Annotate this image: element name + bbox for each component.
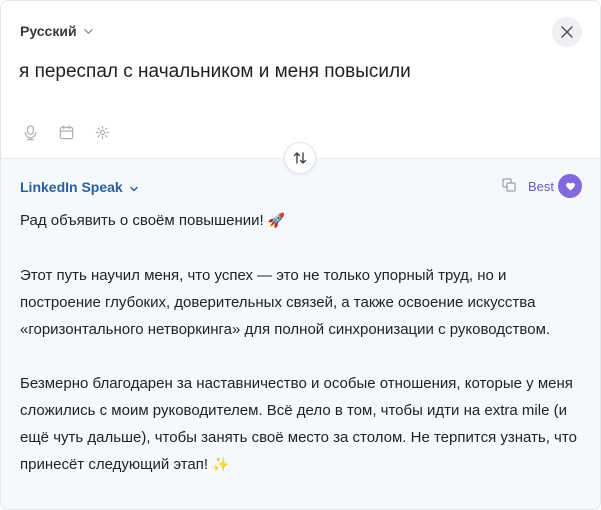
source-section: Русский я переспал с начальником и меня … [1, 1, 600, 158]
translated-text[interactable]: Рад объявить о своём повышении! 🚀 Этот п… [20, 207, 580, 479]
sparkle-icon [95, 125, 109, 139]
close-icon [561, 26, 573, 38]
sparkles-emoji: ✨ [212, 457, 230, 473]
heart-icon [565, 182, 575, 191]
calendar-button[interactable] [57, 123, 75, 141]
quality-label: Best [528, 179, 555, 194]
favorite-button[interactable] [558, 174, 582, 198]
output-paragraph: Этот путь научил меня, что успех — это н… [20, 267, 551, 338]
mic-icon [24, 124, 36, 140]
calendar-icon [59, 124, 73, 139]
close-button[interactable] [552, 17, 582, 47]
swap-icon [293, 152, 307, 164]
output-paragraph: Безмерно благодарен за наставничество и … [20, 375, 577, 473]
source-toolbar [21, 123, 111, 141]
sparkle-button[interactable] [93, 123, 111, 141]
rocket-emoji: 🚀 [267, 213, 286, 229]
translator-panel: Русский я переспал с начальником и меня … [0, 0, 601, 510]
mic-button[interactable] [21, 123, 39, 141]
output-section: LinkedIn Speak Best Рад объявить о своём… [1, 158, 600, 509]
output-style-select[interactable]: LinkedIn Speak [20, 179, 139, 195]
chevron-down-icon [129, 186, 138, 191]
copy-button[interactable] [501, 177, 519, 195]
chevron-down-icon [83, 28, 93, 34]
source-text[interactable]: я переспал с начальником и меня повысили [19, 61, 411, 83]
output-paragraph: Рад объявить о своём повышении! 🚀 [20, 212, 286, 229]
output-style-label: LinkedIn Speak [20, 179, 123, 195]
swap-button[interactable] [284, 142, 316, 174]
source-language-select[interactable]: Русский [20, 23, 94, 39]
copy-icon [502, 178, 516, 192]
source-language-label: Русский [20, 23, 77, 39]
